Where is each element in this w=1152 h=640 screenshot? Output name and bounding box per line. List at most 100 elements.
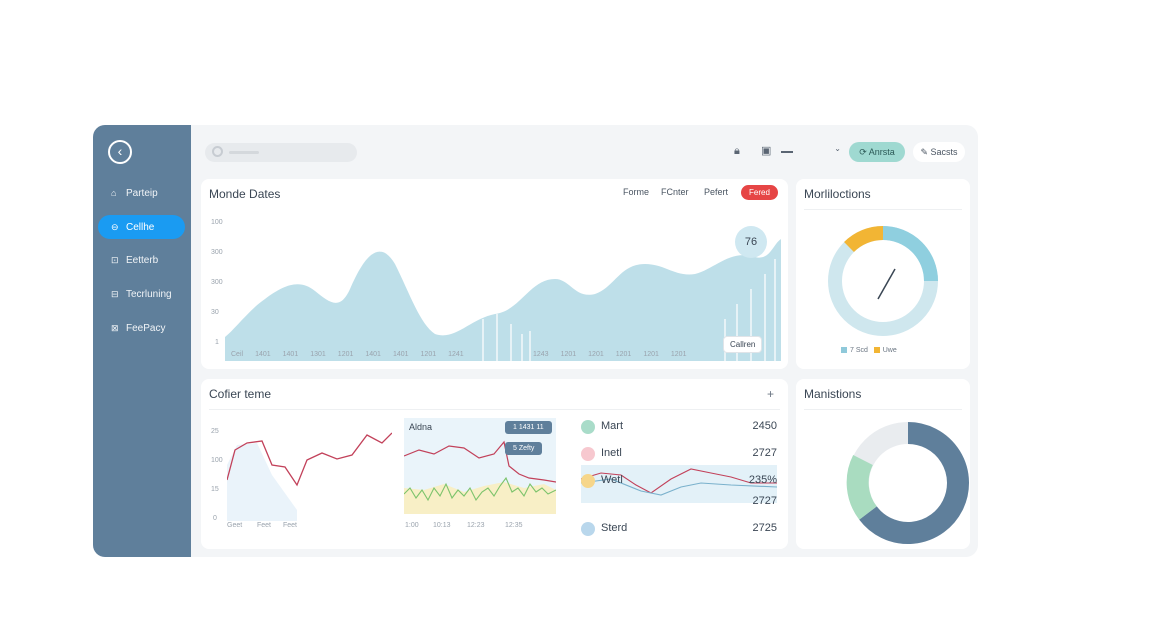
x-tick: 10:13 bbox=[433, 522, 451, 529]
divider bbox=[209, 409, 780, 410]
x-tick: 1401 bbox=[365, 351, 381, 358]
search-icon bbox=[212, 146, 223, 157]
x-tick: Geet bbox=[227, 522, 243, 529]
bottom-card: Cofier teme + 25 100 15 0 Geet Feet Feet… bbox=[201, 379, 788, 549]
legend-label: Uwe bbox=[882, 347, 897, 354]
metric-label: Wetl bbox=[601, 474, 623, 486]
calendar-icon[interactable]: ▣ bbox=[761, 144, 771, 157]
folder-icon: ⊟ bbox=[111, 289, 119, 299]
sidebar-item-label: Parteip bbox=[126, 188, 158, 199]
back-icon[interactable]: ‹ bbox=[108, 140, 132, 164]
topbar: 🔒︎ ▣ ⌄ ⟳ Anrsta ✎ Sacsts bbox=[191, 125, 978, 177]
tab-forme[interactable]: Forme bbox=[623, 187, 649, 197]
ring-card-title: Morliloctions bbox=[804, 187, 871, 201]
main-chart-card: Monde Dates Forme FCnter Pefert Fered 10… bbox=[201, 179, 788, 369]
metric-dot bbox=[581, 474, 595, 488]
value-bubble: 76 bbox=[735, 226, 767, 258]
ring-card: Morliloctions 7 Scd Uwe bbox=[796, 179, 970, 369]
x-tick: 12:23 bbox=[467, 522, 485, 529]
period-select[interactable]: ⌄ bbox=[781, 144, 843, 159]
sidebar-item-label: Eetterb bbox=[126, 255, 159, 266]
divider bbox=[804, 209, 962, 210]
metric-row[interactable]: Wetl 235% bbox=[581, 473, 777, 489]
x-tick: 1401 bbox=[255, 351, 271, 358]
x-tick: 1201 bbox=[615, 351, 632, 358]
donut-segment bbox=[846, 455, 878, 520]
x-tick: 1401 bbox=[392, 351, 409, 358]
lock-icon: ⊡ bbox=[111, 255, 119, 265]
x-tick: 1201 bbox=[670, 351, 687, 358]
refresh-icon: ⟳ bbox=[859, 147, 869, 157]
x-tick: Feet bbox=[257, 522, 272, 529]
search-input[interactable] bbox=[205, 143, 357, 162]
x-tick: 12:35 bbox=[505, 522, 523, 529]
metric-label: Mart bbox=[601, 420, 623, 432]
tab-fcnter[interactable]: FCnter bbox=[661, 187, 689, 197]
lock-icon[interactable]: 🔒︎ bbox=[734, 145, 740, 158]
plus-icon[interactable]: + bbox=[767, 387, 774, 401]
tab-pefert[interactable]: Pefert bbox=[704, 187, 728, 197]
area-chart bbox=[225, 239, 781, 361]
sidebar-item-cellhe[interactable]: ⊖ Cellhe bbox=[98, 215, 185, 239]
gauge-needle bbox=[877, 268, 896, 300]
sidebar-item-parteip[interactable]: ⌂ Parteip bbox=[98, 181, 185, 205]
sidebar-item-label: Cellhe bbox=[126, 222, 155, 233]
sidebar-item-tecrluning[interactable]: ⊟ Tecrluning bbox=[98, 282, 185, 306]
legend-swatch bbox=[841, 347, 847, 354]
metric-value: 2725 bbox=[752, 522, 777, 534]
box-icon: ⊖ bbox=[111, 222, 119, 232]
metrics-list: Mart 2450 Inetl 2727 Wetl 235% 2727 Sterd 27… bbox=[581, 419, 777, 539]
y-tick: 300 bbox=[211, 249, 223, 256]
mid-chart-label: Aldna bbox=[409, 422, 433, 432]
ring-gauge bbox=[828, 225, 938, 336]
y-tick: 15 bbox=[211, 486, 219, 493]
x-tick: 1201 bbox=[560, 351, 577, 358]
sidebar-item-eetterb[interactable]: ⊡ Eetterb bbox=[98, 248, 185, 272]
x-tick: 1301 bbox=[310, 351, 326, 358]
y-tick: 30 bbox=[211, 309, 219, 316]
metric-row[interactable]: Mart 2450 bbox=[581, 419, 777, 435]
chart-tag: 1 1431 11 bbox=[505, 421, 552, 434]
dashboard-window: ‹ ⌂ Parteip ⊖ Cellhe ⊡ Eetterb ⊟ Tecrluning … bbox=[93, 125, 978, 557]
filter-pill[interactable]: Fered bbox=[741, 185, 778, 200]
small-line-chart bbox=[227, 432, 392, 521]
x-tick: 1243 bbox=[533, 351, 549, 358]
legend-label: 7 Scd bbox=[850, 347, 868, 354]
legend-swatch bbox=[873, 347, 880, 354]
donut-chart bbox=[846, 422, 969, 544]
x-tick: 1201 bbox=[643, 351, 659, 358]
metric-label: Sterd bbox=[601, 522, 628, 534]
secondary-button-label: Sacsts bbox=[930, 147, 958, 157]
area-series bbox=[225, 239, 781, 361]
sidebar-item-label: FeePacy bbox=[126, 323, 166, 334]
x-tick: Ceil bbox=[231, 351, 244, 358]
x-axis-right: 1243 1201 1201 1201 1201 1201 bbox=[533, 351, 693, 358]
x-tick: Feet bbox=[283, 522, 298, 529]
secondary-button[interactable]: ✎ Sacsts bbox=[913, 142, 965, 162]
sidebar-item-label: Tecrluning bbox=[126, 289, 172, 300]
metric-value: 2727 bbox=[752, 495, 777, 507]
x-tick: 1241 bbox=[448, 351, 464, 358]
home-icon: ⌂ bbox=[111, 188, 117, 198]
metric-dot bbox=[581, 420, 595, 434]
donut-card-title: Manistions bbox=[804, 387, 862, 401]
metric-label: Inetl bbox=[601, 447, 622, 459]
y-tick: 1 bbox=[215, 339, 219, 346]
metric-value: 2450 bbox=[752, 420, 777, 432]
metric-row[interactable]: Sterd 2725 bbox=[581, 521, 777, 537]
metric-value: 2727 bbox=[752, 447, 777, 459]
primary-button-label: Anrsta bbox=[868, 147, 895, 157]
metric-row[interactable]: Inetl 2727 bbox=[581, 446, 777, 462]
ring-legend: 7 Scd Uwe bbox=[841, 347, 897, 354]
chart-badge[interactable]: Callren bbox=[723, 336, 763, 353]
sidebar-item-feepacy[interactable]: ⊠ FeePacy bbox=[98, 316, 185, 340]
primary-button[interactable]: ⟳ Anrsta bbox=[849, 142, 905, 162]
select-value bbox=[781, 151, 793, 153]
x-tick: 1:00 bbox=[405, 522, 419, 529]
metric-dot bbox=[581, 447, 595, 461]
chart-tag: 5 Zefty bbox=[505, 442, 543, 455]
pencil-icon: ✎ bbox=[920, 147, 931, 157]
x-tick: 1201 bbox=[588, 351, 604, 358]
chevron-down-icon: ⌄ bbox=[834, 144, 841, 153]
y-tick: 300 bbox=[211, 279, 223, 286]
